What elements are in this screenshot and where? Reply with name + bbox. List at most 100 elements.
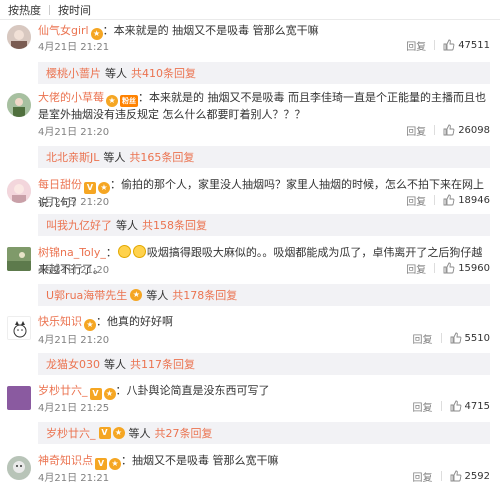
comment-separator: ： <box>115 384 127 397</box>
like-button[interactable]: 47511 <box>443 39 490 51</box>
avatar[interactable] <box>7 179 31 203</box>
like-button[interactable]: 2592 <box>450 470 490 482</box>
sub-reply-user[interactable]: 北北亲斯JL <box>46 149 99 165</box>
like-button[interactable]: 15960 <box>443 262 490 274</box>
thumbs-up-icon <box>450 400 461 412</box>
sub-reply-user[interactable]: 岁杪廿六_ <box>46 425 96 441</box>
comment-username[interactable]: 树锦na_Toly_ <box>38 246 106 259</box>
meta-divider <box>434 40 436 50</box>
sub-reply-others: 等人 <box>128 427 151 440</box>
sub-reply-user[interactable]: 龙猫女030 <box>46 356 100 372</box>
comment-username[interactable]: 大佬的小草莓 <box>38 91 104 104</box>
sub-replies-bar[interactable]: 樱桃小蔷片 等人 共410条回复 <box>38 62 490 84</box>
comment-separator: ： <box>105 246 117 259</box>
comment-username[interactable]: 每日甜份 <box>38 178 82 191</box>
comment-text: 八卦舆论简直是没东西可写了 <box>126 384 270 397</box>
sub-replies-bar[interactable]: 北北亲斯JL 等人 共165条回复 <box>38 146 490 168</box>
thumbs-up-icon <box>443 262 455 274</box>
sort-by-hot-tab[interactable]: 按热度 <box>8 2 41 18</box>
reply-button[interactable]: 回复 <box>413 469 433 484</box>
comment-text: 本来就是的 抽烟又不是吸毒 而且李佳琦一直是个正能量的主播而且也是室外抽烟没有违… <box>38 91 486 121</box>
sub-replies-bar[interactable]: 岁杪廿六_ V ★ 等人 共27条回复 <box>38 422 490 444</box>
sub-reply-user[interactable]: 樱桃小蔷片 <box>46 65 101 81</box>
like-count: 5510 <box>464 332 490 344</box>
comment-separator: ： <box>102 24 114 37</box>
reply-button[interactable]: 回复 <box>406 38 426 53</box>
view-replies-link[interactable]: 共158条回复 <box>142 217 207 233</box>
comment-time: 4月21日 21:20 <box>38 126 110 138</box>
sub-reply-others: 等人 <box>146 289 169 302</box>
sub-reply-others: 等人 <box>103 151 126 164</box>
avatar[interactable] <box>7 316 31 340</box>
reply-button[interactable]: 回复 <box>413 399 433 414</box>
reply-button[interactable]: 回复 <box>406 261 426 276</box>
comment-text: 他真的好好啊 <box>107 315 173 328</box>
sub-reply-others: 等人 <box>105 67 127 80</box>
like-count: 15960 <box>458 262 490 274</box>
like-count: 4715 <box>464 400 490 412</box>
comment-username[interactable]: 岁杪廿六_ <box>38 384 88 397</box>
avatar[interactable] <box>7 247 31 271</box>
verified-v-icon: V <box>98 427 111 439</box>
comment-time: 4月21日 21:25 <box>38 402 110 414</box>
thumbs-up-icon <box>450 332 461 344</box>
meta-divider <box>440 333 442 343</box>
like-count: 47511 <box>458 39 490 51</box>
view-replies-link[interactable]: 共117条回复 <box>130 356 195 372</box>
comment-separator: ： <box>138 91 149 104</box>
comment-time: 4月21日 21:20 <box>38 196 110 208</box>
thumbs-up-icon <box>443 124 455 136</box>
thumbs-up-icon <box>450 470 461 482</box>
view-replies-link[interactable]: 共410条回复 <box>131 65 196 81</box>
like-button[interactable]: 18946 <box>443 194 490 206</box>
like-count: 18946 <box>458 194 490 206</box>
like-count: 26098 <box>458 124 490 136</box>
avatar[interactable] <box>7 93 31 117</box>
avatar[interactable] <box>7 386 31 410</box>
sub-reply-others: 等人 <box>104 358 126 371</box>
fan-badge-icon: ★ <box>130 289 143 301</box>
like-count: 2592 <box>464 470 490 482</box>
comment-username[interactable]: 仙气女girl <box>38 24 89 37</box>
avatar[interactable] <box>7 456 31 480</box>
comment-separator: ： <box>110 178 121 191</box>
sort-by-time-tab[interactable]: 按时间 <box>58 2 91 18</box>
meta-divider <box>434 195 436 205</box>
reply-button[interactable]: 回复 <box>406 123 426 138</box>
laughing-emoji-icon <box>117 245 131 258</box>
laughing-emoji-icon <box>132 245 146 258</box>
thumbs-up-icon <box>443 194 455 206</box>
comment-username[interactable]: 神奇知识点 <box>38 454 93 467</box>
sub-reply-others: 等人 <box>116 219 138 232</box>
fan-badge-icon: ★ <box>106 95 118 107</box>
comment-username[interactable]: 快乐知识 <box>38 315 82 328</box>
view-replies-link[interactable]: 共178条回复 <box>172 287 237 303</box>
comment-separator: ： <box>96 315 107 328</box>
reply-button[interactable]: 回复 <box>406 193 426 208</box>
sub-replies-bar[interactable]: U郭rua海带先生 ★ 等人 共178条回复 <box>38 284 490 306</box>
avatar[interactable] <box>7 25 31 49</box>
sort-divider <box>49 4 50 15</box>
comment-text: 抽烟又不是吸毒 管那么宽干嘛 <box>132 454 279 467</box>
comment-time: 4月21日 21:21 <box>38 472 110 484</box>
sub-replies-bar[interactable]: 叫我九亿好了 等人 共158条回复 <box>38 214 490 236</box>
meta-divider <box>434 263 436 273</box>
meta-divider <box>440 471 442 481</box>
comment-text: 本来就是的 抽烟又不是吸毒 管那么宽干嘛 <box>113 24 319 37</box>
sub-reply-user[interactable]: 叫我九亿好了 <box>46 217 112 233</box>
sub-reply-user[interactable]: U郭rua海带先生 <box>46 287 127 303</box>
fan-level-badge-icon: 粉丝 <box>120 95 138 107</box>
like-button[interactable]: 4715 <box>450 400 490 412</box>
comment-time: 4月21日 21:20 <box>38 264 110 276</box>
reply-button[interactable]: 回复 <box>413 331 433 346</box>
comment-time: 4月21日 21:21 <box>38 41 110 53</box>
sub-replies-bar[interactable]: 龙猫女030 等人 共117条回复 <box>38 353 490 375</box>
view-replies-link[interactable]: 共165条回复 <box>129 149 194 165</box>
like-button[interactable]: 26098 <box>443 124 490 136</box>
like-button[interactable]: 5510 <box>450 332 490 344</box>
meta-divider <box>434 125 436 135</box>
thumbs-up-icon <box>443 39 455 51</box>
meta-divider <box>440 401 442 411</box>
comment-time: 4月21日 21:20 <box>38 334 110 346</box>
view-replies-link[interactable]: 共27条回复 <box>155 425 213 441</box>
